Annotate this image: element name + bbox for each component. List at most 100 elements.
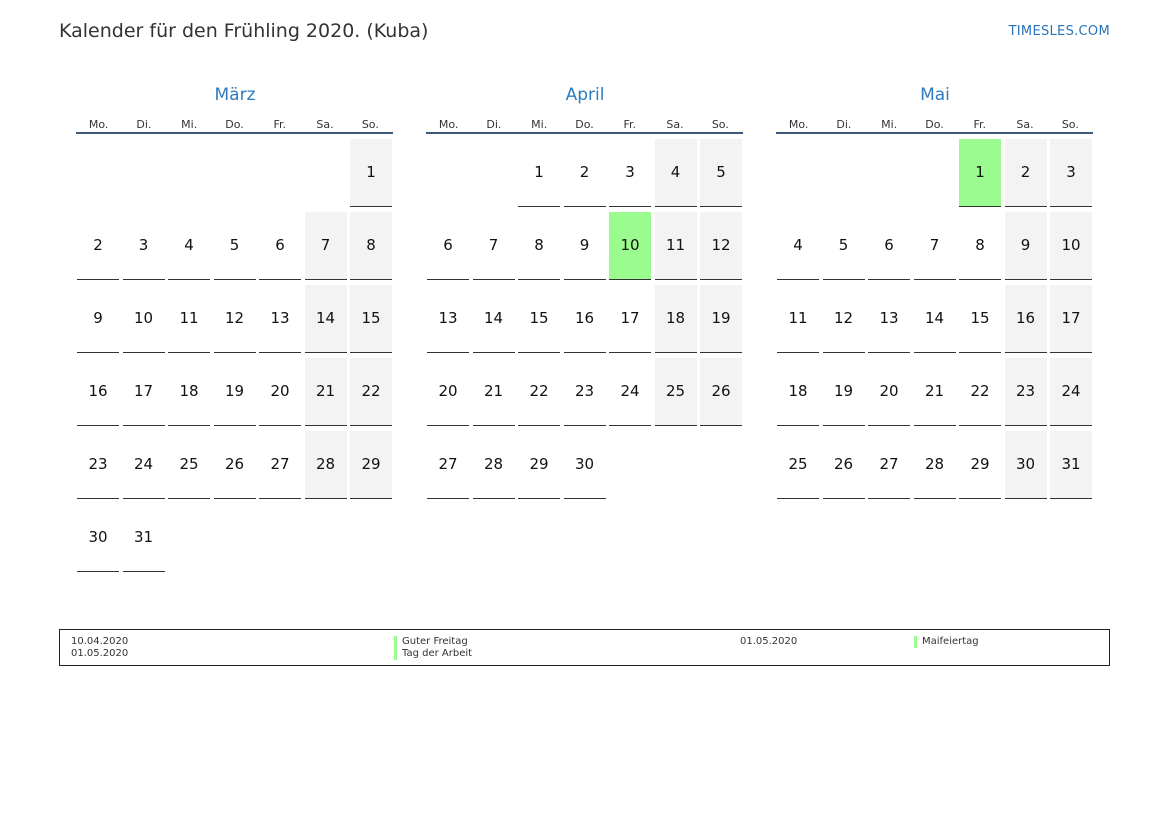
calendar-day: 12 bbox=[213, 285, 256, 353]
calendar-day: 2 bbox=[563, 139, 606, 207]
calendar-day: 24 bbox=[609, 358, 651, 426]
calendar-day: 22 bbox=[518, 358, 560, 426]
calendar-day: 22 bbox=[350, 358, 392, 426]
calendar-day: 9 bbox=[77, 285, 119, 353]
calendar-day: 31 bbox=[1050, 431, 1092, 499]
calendar-day: 4 bbox=[654, 139, 697, 207]
month-calendar-mai: Mai Mo. Di. Mi. Do. Fr. Sa. So. 12345678… bbox=[776, 84, 1093, 499]
weekday-label: Sa. bbox=[1016, 118, 1034, 131]
calendar-day: 6 bbox=[868, 212, 910, 280]
calendar-day: 9 bbox=[1004, 212, 1047, 280]
calendar-day: 18 bbox=[654, 285, 697, 353]
calendar-day: 16 bbox=[563, 285, 606, 353]
calendar-day: 7 bbox=[472, 212, 515, 280]
calendar-day: 12 bbox=[700, 212, 742, 280]
weekday-label: Mo. bbox=[88, 118, 109, 131]
calendar-day: 2 bbox=[77, 212, 119, 280]
calendar-day: 16 bbox=[1004, 285, 1047, 353]
calendar-day: 3 bbox=[122, 212, 165, 280]
legend-date: 10.04.2020 bbox=[71, 636, 129, 647]
calendar-day: 28 bbox=[913, 431, 956, 499]
legend-date: 01.05.2020 bbox=[71, 648, 129, 659]
holiday-legend: 10.04.2020 01.05.2020 Guter Freitag Tag … bbox=[59, 629, 1110, 666]
weekday-header: Mo. Di. Mi. Do. Fr. Sa. So. bbox=[76, 108, 393, 134]
calendar-day: 7 bbox=[304, 212, 347, 280]
calendar-day: 8 bbox=[350, 212, 392, 280]
weekday-header: Mo. Di. Mi. Do. Fr. Sa. So. bbox=[426, 108, 743, 134]
weekday-label: Sa. bbox=[666, 118, 684, 131]
weekday-label: Do. bbox=[225, 118, 244, 131]
weekday-label: Fr. bbox=[973, 118, 987, 131]
calendar-day: 11 bbox=[654, 212, 697, 280]
calendar-day: 11 bbox=[777, 285, 819, 353]
weekday-label: Sa. bbox=[316, 118, 334, 131]
calendar-day: 22 bbox=[959, 358, 1001, 426]
calendar-day: 25 bbox=[777, 431, 819, 499]
calendar-day: 19 bbox=[213, 358, 256, 426]
legend-holiday-name: Maifeiertag bbox=[914, 636, 979, 648]
calendar-day: 29 bbox=[959, 431, 1001, 499]
calendar-day: 23 bbox=[1004, 358, 1047, 426]
weekday-label: Mi. bbox=[881, 118, 898, 131]
calendar-day: 13 bbox=[427, 285, 469, 353]
legend-date: 01.05.2020 bbox=[740, 636, 798, 647]
calendar-day: 17 bbox=[609, 285, 651, 353]
calendar-day: 19 bbox=[822, 358, 865, 426]
calendar-day: 16 bbox=[77, 358, 119, 426]
calendar-day: 9 bbox=[563, 212, 606, 280]
calendar-day: 5 bbox=[700, 139, 742, 207]
weekday-label: Mo. bbox=[438, 118, 459, 131]
calendar-day: 1 bbox=[350, 139, 392, 207]
calendar-day: 24 bbox=[1050, 358, 1092, 426]
calendar-day: 10 bbox=[1050, 212, 1092, 280]
calendar-day: 8 bbox=[518, 212, 560, 280]
calendar-day: 23 bbox=[563, 358, 606, 426]
calendar-day: 18 bbox=[777, 358, 819, 426]
calendar-day: 1 bbox=[518, 139, 560, 207]
calendar-day: 11 bbox=[168, 285, 210, 353]
legend-holiday-name: Guter Freitag bbox=[394, 636, 468, 648]
month-calendar-maerz: März Mo. Di. Mi. Do. Fr. Sa. So. 1234567… bbox=[76, 84, 393, 572]
calendar-day: 31 bbox=[122, 504, 165, 572]
calendar-day: 30 bbox=[77, 504, 119, 572]
month-calendar-april: April Mo. Di. Mi. Do. Fr. Sa. So. 123456… bbox=[426, 84, 743, 499]
calendar-day: 27 bbox=[868, 431, 910, 499]
calendar-day: 13 bbox=[868, 285, 910, 353]
calendar-day: 27 bbox=[259, 431, 301, 499]
calendar-day: 8 bbox=[959, 212, 1001, 280]
calendar-day: 12 bbox=[822, 285, 865, 353]
month-title: April bbox=[565, 85, 605, 105]
calendar-day: 3 bbox=[609, 139, 651, 207]
weekday-label: So. bbox=[1061, 118, 1079, 131]
weekday-label: Do. bbox=[575, 118, 594, 131]
calendar-day: 17 bbox=[122, 358, 165, 426]
weekday-label: So. bbox=[361, 118, 379, 131]
calendar-day: 18 bbox=[168, 358, 210, 426]
calendar-day: 27 bbox=[427, 431, 469, 499]
calendar-day: 13 bbox=[259, 285, 301, 353]
weekday-label: Di. bbox=[836, 118, 852, 131]
calendar-day: 15 bbox=[350, 285, 392, 353]
calendar-day: 15 bbox=[959, 285, 1001, 353]
calendar-day: 26 bbox=[822, 431, 865, 499]
calendar-day: 7 bbox=[913, 212, 956, 280]
calendar-day: 23 bbox=[77, 431, 119, 499]
calendar-day: 6 bbox=[259, 212, 301, 280]
calendar-day: 14 bbox=[304, 285, 347, 353]
page-title: Kalender für den Frühling 2020. (Kuba) bbox=[59, 20, 429, 42]
calendar-day: 21 bbox=[913, 358, 956, 426]
calendar-day: 26 bbox=[213, 431, 256, 499]
calendar-day: 6 bbox=[427, 212, 469, 280]
site-link[interactable]: TIMESLES.COM bbox=[1009, 24, 1110, 39]
calendar-day: 14 bbox=[913, 285, 956, 353]
calendar-day: 3 bbox=[1050, 139, 1092, 207]
calendar-day: 5 bbox=[213, 212, 256, 280]
weekday-header: Mo. Di. Mi. Do. Fr. Sa. So. bbox=[776, 108, 1093, 134]
calendar-day: 2 bbox=[1004, 139, 1047, 207]
calendar-day: 30 bbox=[1004, 431, 1047, 499]
calendar-day: 20 bbox=[259, 358, 301, 426]
calendar-day: 28 bbox=[472, 431, 515, 499]
weekday-label: Fr. bbox=[273, 118, 287, 131]
calendar-day: 15 bbox=[518, 285, 560, 353]
calendar-day: 20 bbox=[868, 358, 910, 426]
